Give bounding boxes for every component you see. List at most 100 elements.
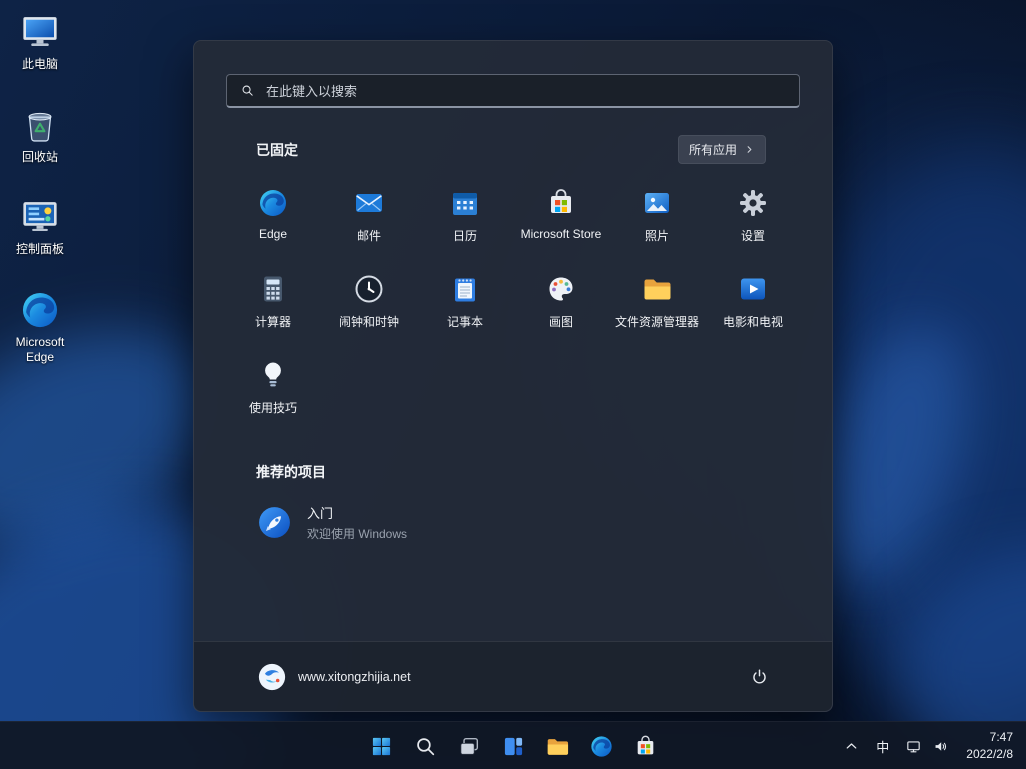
power-button[interactable] xyxy=(738,658,780,696)
tips-icon xyxy=(257,359,289,391)
pinned-app-label: 邮件 xyxy=(357,227,381,244)
tray-chevron-button[interactable] xyxy=(835,726,868,766)
pinned-app-store[interactable]: Microsoft Store xyxy=(513,177,609,260)
this-pc-icon xyxy=(19,11,61,53)
start-menu-footer: www.xitongzhijia.net xyxy=(194,641,832,711)
control-panel-icon xyxy=(19,196,61,238)
pinned-app-label: 日历 xyxy=(453,227,477,244)
taskbar: 中 7:47 2022/2/8 xyxy=(0,721,1026,769)
ime-indicator[interactable]: 中 xyxy=(868,726,897,766)
pinned-app-edge[interactable]: Edge xyxy=(225,177,321,260)
taskbar-button-edge[interactable] xyxy=(579,726,623,766)
taskbar-button-start[interactable] xyxy=(359,726,403,766)
recommended-section-title: 推荐的项目 xyxy=(256,462,770,482)
ime-label: 中 xyxy=(876,737,889,756)
pinned-app-calculator[interactable]: 计算器 xyxy=(225,263,321,346)
pinned-app-calendar[interactable]: 日历 xyxy=(417,177,513,260)
network-icon xyxy=(905,738,922,755)
desktop-icon-label: 此电脑 xyxy=(22,57,58,73)
desktop-icon-this-pc[interactable]: 此电脑 xyxy=(2,8,78,76)
volume-icon xyxy=(932,738,949,755)
pinned-app-mail[interactable]: 邮件 xyxy=(321,177,417,260)
recommended-item-title: 入门 xyxy=(307,503,407,522)
edge-icon xyxy=(19,289,61,331)
all-apps-label: 所有应用 xyxy=(689,141,737,158)
file-explorer-icon xyxy=(641,273,673,305)
edge-icon xyxy=(589,734,614,759)
chevron-up-icon xyxy=(843,738,860,755)
start-search-input[interactable]: 在此键入以搜索 xyxy=(226,74,800,108)
desktop-icon-label: 回收站 xyxy=(22,150,58,166)
get-started-icon xyxy=(256,504,293,541)
pinned-section-title: 已固定 xyxy=(256,140,298,160)
search-icon xyxy=(240,83,255,98)
pinned-app-movies[interactable]: 电影和电视 xyxy=(705,263,801,346)
taskbar-button-search[interactable] xyxy=(403,726,447,766)
pinned-app-notepad[interactable]: 记事本 xyxy=(417,263,513,346)
pinned-app-tips[interactable]: 使用技巧 xyxy=(225,349,321,432)
clock[interactable]: 7:47 2022/2/8 xyxy=(957,726,1022,766)
pinned-app-label: 使用技巧 xyxy=(249,399,297,416)
pinned-app-label: 设置 xyxy=(741,227,765,244)
pinned-app-file-explorer[interactable]: 文件资源管理器 xyxy=(609,263,705,346)
recommended-item-subtitle: 欢迎使用 Windows xyxy=(307,525,407,542)
desktop-icon-list: 此电脑回收站控制面板 Microsoft Edge xyxy=(2,8,78,369)
desktop-icon-control-panel[interactable]: 控制面板 xyxy=(2,193,78,261)
desktop-icon-recycle-bin[interactable]: 回收站 xyxy=(2,101,78,169)
store-icon xyxy=(633,734,658,759)
file-explorer-icon xyxy=(545,734,570,759)
all-apps-button[interactable]: 所有应用 xyxy=(678,135,766,164)
task-view-icon xyxy=(457,734,482,759)
user-profile-button[interactable]: www.xitongzhijia.net xyxy=(246,656,423,698)
mail-icon xyxy=(353,187,385,219)
pinned-app-label: 电影和电视 xyxy=(723,313,783,330)
site-avatar xyxy=(258,663,286,691)
pinned-app-label: 画图 xyxy=(549,313,573,330)
search-icon xyxy=(413,734,438,759)
start-icon xyxy=(369,734,394,759)
taskbar-button-store[interactable] xyxy=(623,726,667,766)
paint-icon xyxy=(545,273,577,305)
recommended-list: 入门欢迎使用 Windows xyxy=(242,494,784,551)
store-icon xyxy=(545,187,577,219)
taskbar-button-file-explorer[interactable] xyxy=(535,726,579,766)
pinned-app-label: 记事本 xyxy=(447,313,483,330)
movies-icon xyxy=(737,273,769,305)
pinned-app-label: 照片 xyxy=(645,227,669,244)
edge-icon xyxy=(257,187,289,219)
desktop-icon-microsoft-edge[interactable]: Microsoft Edge xyxy=(2,286,78,369)
power-icon xyxy=(750,667,769,686)
pinned-app-label: 计算器 xyxy=(255,313,291,330)
pinned-app-photos[interactable]: 照片 xyxy=(609,177,705,260)
pinned-app-label: Edge xyxy=(259,227,287,241)
site-name: www.xitongzhijia.net xyxy=(298,670,411,684)
search-placeholder: 在此键入以搜索 xyxy=(266,81,357,100)
chevron-right-icon xyxy=(744,144,755,155)
taskbar-buttons xyxy=(359,726,667,766)
taskbar-button-widgets[interactable] xyxy=(491,726,535,766)
pinned-app-label: 闹钟和时钟 xyxy=(339,313,399,330)
desktop-icon-label: 控制面板 xyxy=(16,242,64,258)
notepad-icon xyxy=(449,273,481,305)
pinned-apps-grid: Edge 邮件 日历 Microsoft Store 照片 设置计算器 闹钟和时钟 记事本 画图… xyxy=(194,177,832,432)
recycle-bin-icon xyxy=(19,104,61,146)
settings-icon xyxy=(737,187,769,219)
recommended-item-get-started[interactable]: 入门欢迎使用 Windows xyxy=(242,494,542,551)
pinned-app-label: Microsoft Store xyxy=(521,227,602,241)
quick-settings-button[interactable] xyxy=(897,726,957,766)
clock-date: 2022/2/8 xyxy=(966,746,1013,763)
pinned-app-clock[interactable]: 闹钟和时钟 xyxy=(321,263,417,346)
photos-icon xyxy=(641,187,673,219)
pinned-app-paint[interactable]: 画图 xyxy=(513,263,609,346)
start-menu: 在此键入以搜索 已固定 所有应用 Edge 邮件 日历 Microsoft Store… xyxy=(193,40,833,712)
clock-time: 7:47 xyxy=(990,729,1013,746)
clock-icon xyxy=(353,273,385,305)
pinned-app-settings[interactable]: 设置 xyxy=(705,177,801,260)
calendar-icon xyxy=(449,187,481,219)
desktop-icon-label: Microsoft Edge xyxy=(4,335,76,366)
calculator-icon xyxy=(257,273,289,305)
system-tray: 中 7:47 2022/2/8 xyxy=(835,726,1022,766)
pinned-app-label: 文件资源管理器 xyxy=(615,313,699,330)
taskbar-button-task-view[interactable] xyxy=(447,726,491,766)
widgets-icon xyxy=(501,734,526,759)
